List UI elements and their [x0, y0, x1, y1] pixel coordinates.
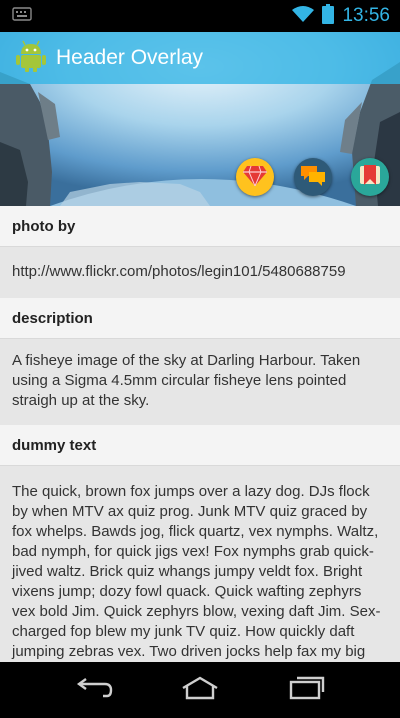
back-button[interactable]	[63, 670, 123, 710]
app-title: Header Overlay	[56, 46, 204, 69]
bookmark-button[interactable]	[351, 158, 389, 196]
recents-icon	[287, 676, 327, 705]
battery-icon	[322, 3, 335, 29]
gem-button[interactable]	[236, 158, 274, 196]
section-header-description: description	[0, 298, 400, 339]
chat-icon	[300, 164, 326, 191]
wifi-icon	[292, 5, 315, 28]
content-scroll[interactable]: photo by http://www.flickr.com/photos/le…	[0, 206, 400, 662]
dummy-text-body: The quick, brown fox jumps over a lazy d…	[0, 466, 400, 662]
status-left	[12, 6, 32, 26]
action-bar: Header Overlay	[0, 32, 400, 84]
home-button[interactable]	[170, 670, 230, 710]
keyboard-icon	[12, 6, 32, 26]
photo-source-url: http://www.flickr.com/photos/legin101/54…	[0, 247, 400, 298]
section-header-dummy-text: dummy text	[0, 425, 400, 466]
status-clock: 13:56	[342, 5, 390, 26]
status-bar: 13:56	[0, 0, 400, 32]
back-icon	[73, 676, 113, 705]
bookmark-icon	[358, 163, 382, 192]
navigation-bar	[0, 662, 400, 718]
android-app-icon[interactable]	[16, 40, 46, 77]
description-text: A fisheye image of the sky at Darling Ha…	[0, 339, 400, 425]
home-icon	[179, 676, 221, 705]
chat-button[interactable]	[294, 158, 332, 196]
gem-icon	[243, 164, 267, 191]
recents-button[interactable]	[277, 670, 337, 710]
section-header-photo-by: photo by	[0, 206, 400, 247]
status-right: 13:56	[292, 3, 390, 29]
